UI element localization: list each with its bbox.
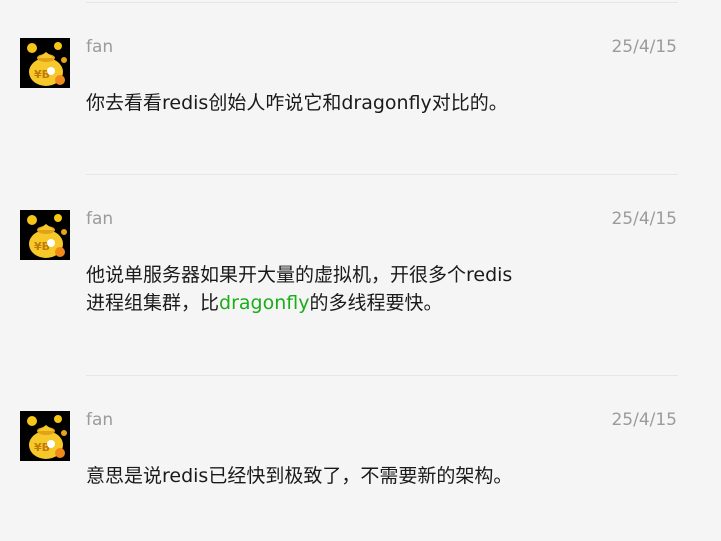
avatar-icon[interactable]: ¥B: [20, 210, 70, 260]
sender-name: fan: [86, 410, 114, 430]
message-text-segment: 的多线程要快。: [309, 292, 443, 314]
message-text-segment: 进程组集群，比: [86, 292, 220, 314]
top-divider: [86, 2, 678, 3]
message-divider: [86, 375, 678, 376]
avatar-icon[interactable]: ¥B: [20, 411, 70, 461]
message-text: 他说单服务器如果开大量的虚拟机，开很多个redis 进程组集群，比dragonf…: [86, 261, 566, 317]
sender-name: fan: [86, 209, 114, 229]
highlighted-keyword[interactable]: dragonfly: [219, 292, 309, 314]
message-text-line: 进程组集群，比dragonfly的多线程要快。: [86, 289, 566, 317]
message-date: 25/4/15: [611, 37, 677, 57]
avatar-icon[interactable]: ¥B: [20, 38, 70, 88]
message-text: 意思是说redis已经快到极致了，不需要新的架构。: [86, 465, 513, 487]
message-date: 25/4/15: [611, 410, 677, 430]
message-text-line: 他说单服务器如果开大量的虚拟机，开很多个redis: [86, 264, 513, 286]
message-text: 你去看看redis创始人咋说它和dragonfly对比的。: [86, 92, 508, 114]
message-date: 25/4/15: [611, 209, 677, 229]
message-divider: [86, 174, 678, 175]
sender-name: fan: [86, 37, 114, 57]
